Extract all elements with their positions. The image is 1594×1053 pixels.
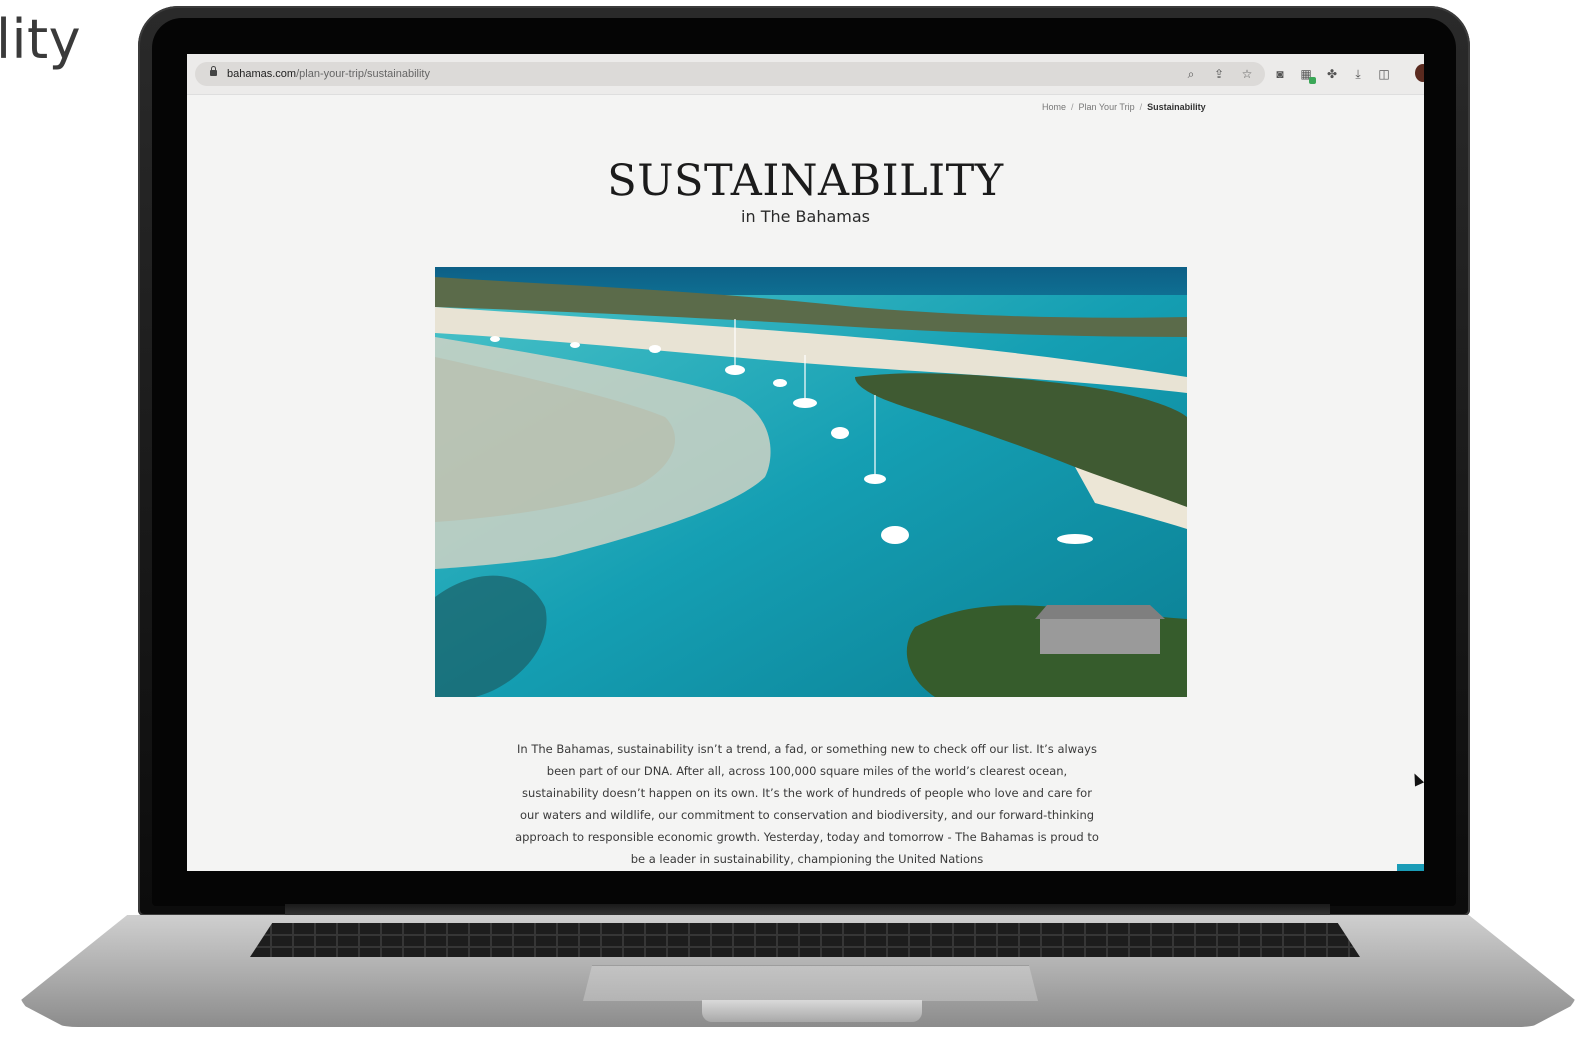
extension-green-icon[interactable]: ▦ <box>1298 66 1316 84</box>
avatar[interactable] <box>1415 64 1424 82</box>
url-text[interactable]: bahamas.com/plan-your-trip/sustainabilit… <box>227 68 430 80</box>
breadcrumb-separator: / <box>1139 102 1143 112</box>
keyboard <box>250 923 1360 957</box>
puzzle-icon[interactable]: ✤ <box>1324 66 1340 82</box>
breadcrumb-separator: / <box>1071 102 1074 112</box>
page-title: SUSTAINABILITY <box>607 156 1004 206</box>
address-bar[interactable]: bahamas.com/plan-your-trip/sustainabilit… <box>195 62 1265 86</box>
laptop-notch <box>702 1000 922 1022</box>
slide-title: lity <box>0 8 82 71</box>
url-domain: bahamas.com <box>227 68 297 80</box>
trackpad <box>583 965 1038 1001</box>
zoom-icon[interactable]: ⌕ <box>1183 66 1199 82</box>
browser-toolbar: bahamas.com/plan-your-trip/sustainabilit… <box>187 54 1424 95</box>
download-icon[interactable]: ⤓ <box>1350 66 1366 82</box>
hero-image <box>435 267 1187 697</box>
feedback-tab[interactable] <box>1397 864 1424 871</box>
sidebar-icon[interactable]: ◫ <box>1376 66 1392 82</box>
breadcrumb-home[interactable]: Home <box>1042 102 1066 112</box>
camera-icon[interactable]: ◙ <box>1272 66 1288 82</box>
mouse-cursor-icon <box>1409 771 1424 787</box>
page-subtitle: in The Bahamas <box>741 207 870 226</box>
breadcrumb-current: Sustainability <box>1147 102 1206 112</box>
breadcrumb: Home / Plan Your Trip / Sustainability <box>1042 102 1206 112</box>
breadcrumb-plan-your-trip[interactable]: Plan Your Trip <box>1079 102 1135 112</box>
star-icon[interactable]: ☆ <box>1239 66 1255 82</box>
url-path: /plan-your-trip/sustainability <box>296 68 430 80</box>
share-icon[interactable]: ⇪ <box>1211 66 1227 82</box>
intro-paragraph: In The Bahamas, sustainability isn’t a t… <box>515 742 1099 866</box>
screen: bahamas.com/plan-your-trip/sustainabilit… <box>187 54 1424 871</box>
lock-icon <box>210 66 217 76</box>
